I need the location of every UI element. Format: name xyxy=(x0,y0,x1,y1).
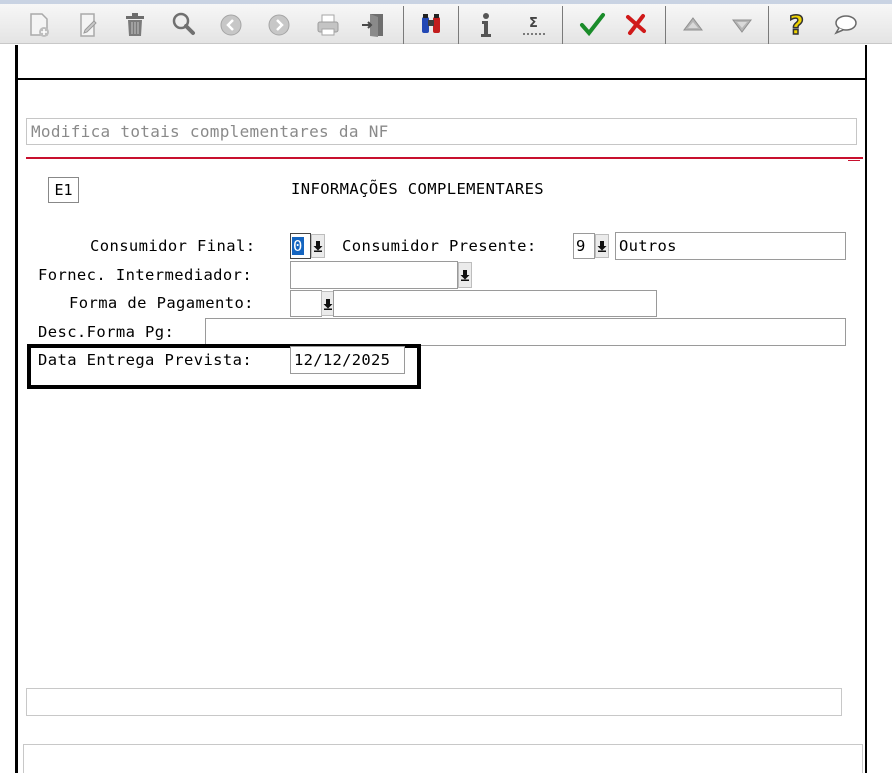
delete-trash-icon[interactable] xyxy=(118,8,152,42)
info-icon[interactable] xyxy=(469,8,503,42)
forma-pagamento-description xyxy=(333,290,657,317)
consumidor-final-label: Consumidor Final: xyxy=(90,237,256,255)
move-down-icon[interactable] xyxy=(725,8,759,42)
data-entrega-label: Data Entrega Prevista: xyxy=(38,351,253,369)
consumidor-presente-label: Consumidor Presente: xyxy=(342,237,537,255)
data-entrega-field[interactable]: 12/12/2025 xyxy=(290,346,405,374)
status-field xyxy=(23,744,863,773)
sum-total-icon[interactable]: Σ xyxy=(518,8,552,42)
consumidor-presente-dropdown[interactable] xyxy=(595,234,609,258)
consumidor-final-field[interactable]: 0 xyxy=(290,233,311,259)
consumidor-presente-field[interactable]: 9 xyxy=(573,233,595,259)
toolbar-separator xyxy=(458,6,459,44)
section-heading: INFORMAÇÕES COMPLEMENTARES xyxy=(291,180,545,198)
help-question-icon[interactable]: ? xyxy=(780,8,814,42)
dialog-title-field: Modifica totais complementares da NF xyxy=(26,118,857,145)
toolbar-separator xyxy=(665,6,666,44)
title-underline-tick xyxy=(848,160,860,161)
binoculars-icon[interactable] xyxy=(414,8,448,42)
fornec-intermediador-label: Fornec. Intermediador: xyxy=(38,266,253,284)
move-up-icon[interactable] xyxy=(676,8,710,42)
toolbar-separator xyxy=(403,6,404,44)
arrow-down-icon xyxy=(323,298,333,310)
arrow-down-icon xyxy=(597,241,607,252)
consumidor-final-value: 0 xyxy=(292,237,304,255)
svg-text:?: ? xyxy=(789,11,804,40)
toolbar-separator xyxy=(768,6,769,44)
exit-door-icon[interactable] xyxy=(357,8,391,42)
toolbar: Σ ? xyxy=(0,0,892,44)
forma-pagamento-label: Forma de Pagamento: xyxy=(69,294,254,312)
search-magnifier-icon[interactable] xyxy=(167,8,201,42)
svg-text:Σ: Σ xyxy=(529,16,538,31)
new-document-icon[interactable] xyxy=(22,8,56,42)
previous-record-icon[interactable] xyxy=(214,8,248,42)
toolbar-separator xyxy=(562,6,563,44)
frame-top-border xyxy=(17,78,867,80)
next-record-icon[interactable] xyxy=(262,8,296,42)
arrow-down-icon xyxy=(313,241,323,252)
consumidor-final-dropdown[interactable] xyxy=(311,234,325,258)
screen-code-label: E1 xyxy=(48,177,79,203)
title-underline xyxy=(26,157,863,159)
forma-pagamento-field[interactable] xyxy=(290,290,322,317)
desc-forma-pg-field[interactable] xyxy=(205,318,846,346)
edit-icon[interactable] xyxy=(72,8,106,42)
fornec-intermediador-dropdown[interactable] xyxy=(458,262,472,288)
desc-forma-pg-label: Desc.Forma Pg: xyxy=(38,323,175,341)
dialog-frame xyxy=(15,45,867,773)
print-icon[interactable] xyxy=(311,8,345,42)
chat-bubble-icon[interactable] xyxy=(828,8,862,42)
arrow-down-icon xyxy=(460,270,470,281)
confirm-check-icon[interactable] xyxy=(575,8,609,42)
consumidor-presente-description: Outros xyxy=(615,232,846,260)
cancel-x-icon[interactable] xyxy=(619,8,653,42)
message-field xyxy=(26,688,842,716)
fornec-intermediador-field[interactable] xyxy=(290,261,458,289)
